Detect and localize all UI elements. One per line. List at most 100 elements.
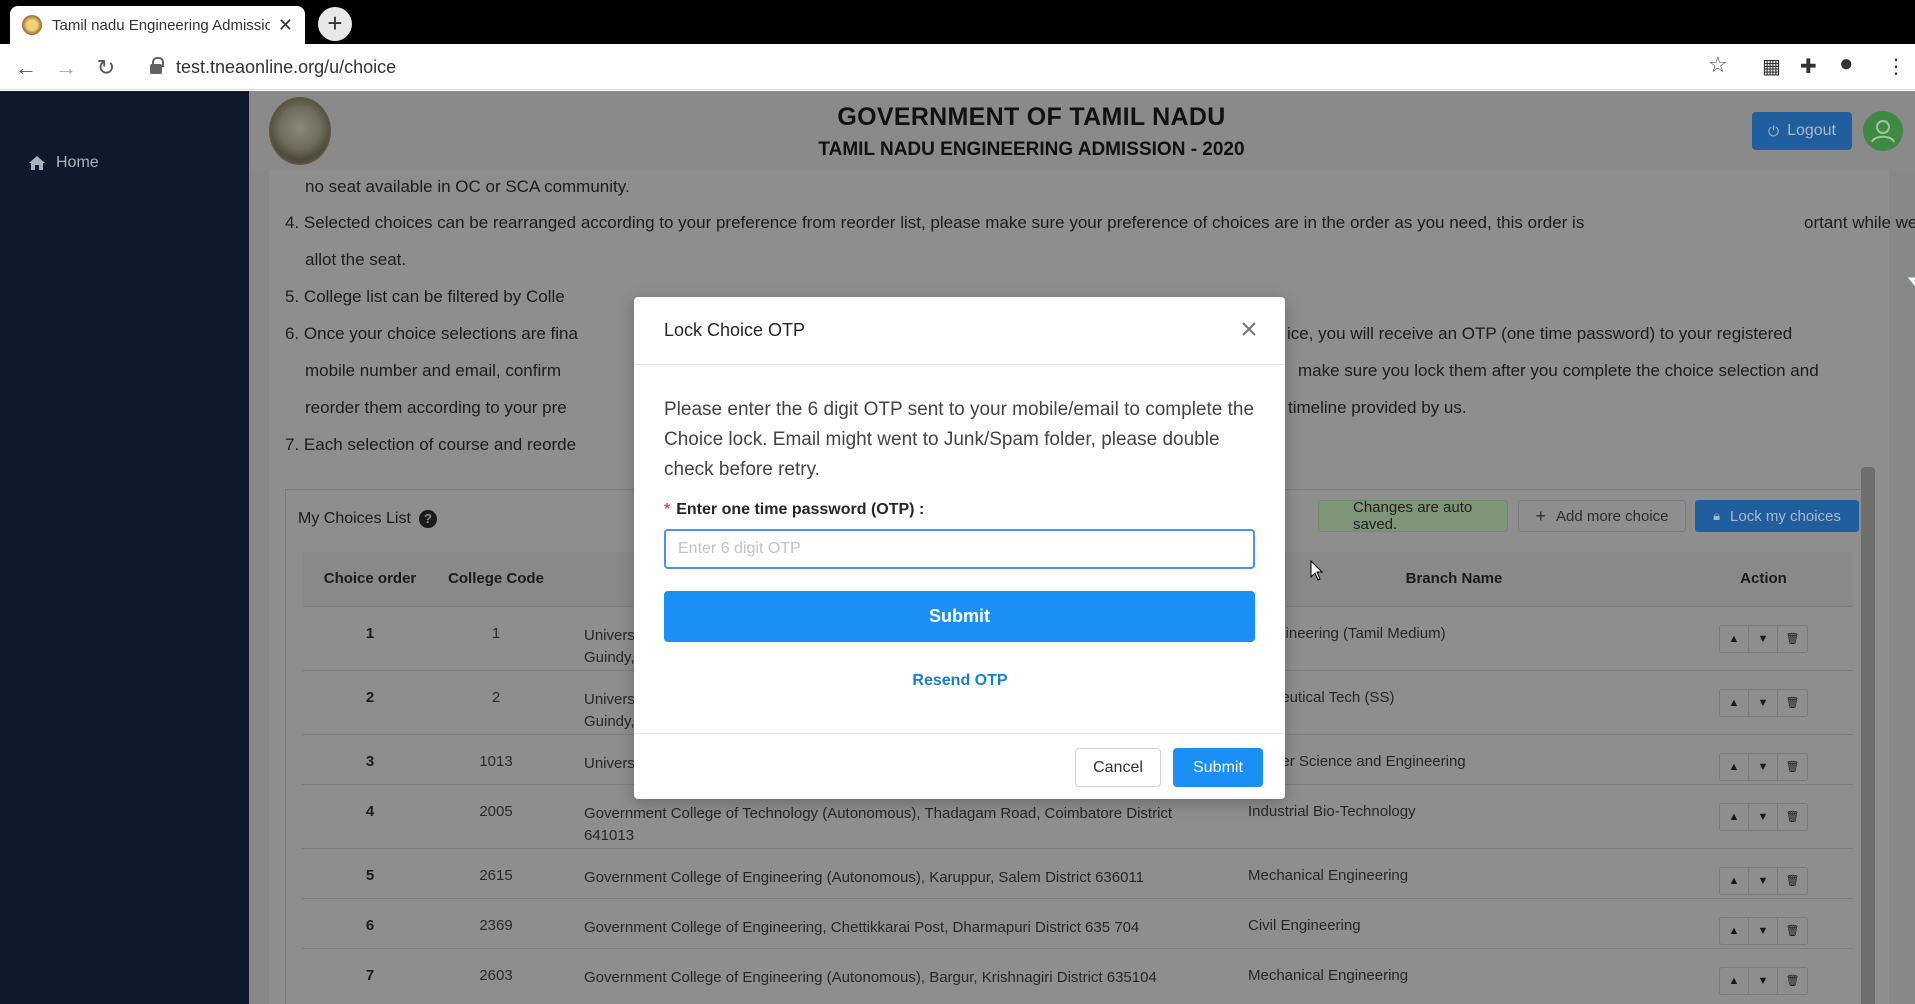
back-arrow-icon[interactable]: ← bbox=[12, 54, 40, 82]
address-bar[interactable]: test.tneaonline.org/u/choice bbox=[138, 50, 1718, 84]
reload-icon[interactable]: ↻ bbox=[92, 54, 120, 82]
delete-trash-icon[interactable]: 🗑︎ bbox=[1778, 918, 1807, 944]
move-down-icon[interactable]: ▼ bbox=[1749, 917, 1778, 944]
lock-my-choices-label: Lock my choices bbox=[1730, 507, 1841, 525]
choice-order-cell: 5 bbox=[302, 847, 438, 898]
delete-trash-icon[interactable]: 🗑︎ bbox=[1778, 968, 1807, 994]
submit-button[interactable]: Submit bbox=[1173, 748, 1263, 787]
lock-choice-otp-dialog: Lock Choice OTP Please enter the 6 digit… bbox=[634, 297, 1285, 799]
college-name-cell: Government College of Engineering, Chett… bbox=[554, 897, 1234, 948]
instruction-line: ortant while we bbox=[1804, 213, 1915, 232]
new-tab-button[interactable]: + bbox=[318, 7, 352, 41]
dialog-body: Please enter the 6 digit OTP sent to you… bbox=[664, 395, 1256, 690]
table-scrollbar[interactable] bbox=[1861, 467, 1875, 1004]
college-code-cell: 2603 bbox=[438, 947, 554, 998]
action-cell: ▲ ▼ 🗑︎ bbox=[1674, 605, 1853, 670]
bookmark-star-icon[interactable]: ☆ bbox=[1708, 52, 1728, 78]
college-name-cell: Government College of Engineering (Auton… bbox=[554, 847, 1234, 898]
table-row: 7 2603 Government College of Engineering (… bbox=[302, 947, 1853, 998]
lock-my-choices-button[interactable]: 🔒︎ Lock my choices bbox=[1695, 500, 1859, 532]
move-down-icon[interactable]: ▼ bbox=[1749, 689, 1778, 716]
choices-heading: My Choices List ? bbox=[298, 510, 437, 528]
delete-trash-icon[interactable]: 🗑︎ bbox=[1778, 754, 1807, 780]
move-down-icon[interactable]: ▼ bbox=[1749, 803, 1778, 830]
dialog-message: Please enter the 6 digit OTP sent to you… bbox=[664, 399, 1255, 480]
user-icon bbox=[1871, 120, 1895, 143]
move-down-icon[interactable]: ▼ bbox=[1749, 967, 1778, 994]
move-down-icon[interactable]: ▼ bbox=[1749, 867, 1778, 894]
move-up-icon[interactable]: ▲ bbox=[1720, 803, 1749, 830]
instruction-line: allot the seat. bbox=[305, 250, 407, 269]
instruction-line: mobile number and email, confirm bbox=[305, 361, 562, 380]
profile-icon[interactable]: ● bbox=[1839, 50, 1854, 78]
branch-name-cell: Mechanical Engineering bbox=[1234, 847, 1674, 898]
choice-order-cell: 1 bbox=[302, 605, 438, 670]
grid-extension-icon[interactable]: ▦ bbox=[1762, 54, 1781, 79]
browser-tab[interactable]: Tamil nadu Engineering Admissio ✕ bbox=[10, 6, 305, 44]
dialog-footer: Cancel Submit bbox=[634, 733, 1285, 799]
instruction-line: reorder them according to your pre bbox=[305, 398, 567, 417]
move-up-icon[interactable]: ▲ bbox=[1720, 625, 1749, 652]
column-header-branch: Branch Name bbox=[1234, 552, 1674, 606]
resend-otp-link[interactable]: Resend OTP bbox=[664, 672, 1256, 690]
add-more-choice-label: Add more choice bbox=[1555, 507, 1669, 525]
help-icon[interactable]: ? bbox=[418, 510, 437, 528]
forward-arrow-icon[interactable]: → bbox=[52, 54, 80, 82]
action-cell: ▲ ▼ 🗑︎ bbox=[1674, 847, 1853, 898]
college-name-line: 641013 bbox=[584, 826, 635, 844]
row-actions: ▲ ▼ 🗑︎ bbox=[1719, 966, 1808, 995]
action-cell: ▲ ▼ 🗑︎ bbox=[1674, 947, 1853, 998]
avatar[interactable] bbox=[1863, 111, 1903, 151]
instruction-line: 6. Once your choice selections are fina bbox=[285, 324, 578, 343]
dialog-title: Lock Choice OTP bbox=[664, 320, 806, 340]
table-row: 6 2369 Government College of Engineering, … bbox=[302, 897, 1853, 948]
delete-trash-icon[interactable]: 🗑︎ bbox=[1778, 690, 1807, 716]
puzzle-extensions-icon[interactable]: ✚ bbox=[1800, 54, 1817, 79]
choices-heading-label: My Choices List bbox=[298, 510, 411, 527]
close-icon[interactable] bbox=[1239, 319, 1259, 339]
page-header: GOVERNMENT OF TAMIL NADU TAMIL NADU ENGI… bbox=[249, 91, 1915, 171]
college-name-line: Government College of Engineering (Auton… bbox=[584, 968, 1157, 986]
logout-button[interactable]: ⏻ Logout bbox=[1752, 112, 1852, 150]
sidebar-item-label: Home bbox=[56, 154, 99, 171]
delete-trash-icon[interactable]: 🗑︎ bbox=[1778, 868, 1807, 894]
logout-label: Logout bbox=[1787, 122, 1836, 139]
choice-order-cell: 7 bbox=[302, 947, 438, 998]
delete-trash-icon[interactable]: 🗑︎ bbox=[1778, 804, 1807, 830]
instruction-line: 4. Selected choices can be rearranged ac… bbox=[285, 213, 1585, 232]
tab-title: Tamil nadu Engineering Admissio bbox=[52, 16, 270, 34]
instruction-line: 5. College list can be filtered by Colle bbox=[285, 287, 565, 306]
cancel-button[interactable]: Cancel bbox=[1075, 748, 1161, 787]
choice-order-cell: 3 bbox=[302, 733, 438, 784]
lock-icon: 🔒︎ bbox=[1713, 508, 1721, 523]
move-up-icon[interactable]: ▲ bbox=[1720, 867, 1749, 894]
college-name-line: Government College of Engineering (Auton… bbox=[584, 868, 1145, 886]
college-code-cell: 2005 bbox=[438, 783, 554, 848]
row-actions: ▲ ▼ 🗑︎ bbox=[1719, 802, 1808, 831]
tab-close-icon[interactable]: ✕ bbox=[278, 15, 293, 36]
lock-icon bbox=[150, 57, 164, 74]
choice-order-cell: 2 bbox=[302, 669, 438, 734]
college-code-cell: 1 bbox=[438, 605, 554, 670]
browser-menu-icon[interactable]: ⋮ bbox=[1886, 54, 1906, 79]
otp-input[interactable] bbox=[664, 529, 1255, 569]
add-more-choice-button[interactable]: + Add more choice bbox=[1518, 500, 1686, 532]
move-down-icon[interactable]: ▼ bbox=[1749, 753, 1778, 780]
move-up-icon[interactable]: ▲ bbox=[1720, 753, 1749, 780]
url-text: test.tneaonline.org/u/choice bbox=[176, 56, 397, 77]
branch-name-cell: Civil Engineering bbox=[1234, 897, 1674, 948]
move-down-icon[interactable]: ▼ bbox=[1749, 625, 1778, 652]
branch-name-cell: rmaceutical Tech (SS) bbox=[1234, 669, 1674, 734]
move-up-icon[interactable]: ▲ bbox=[1720, 917, 1749, 944]
move-up-icon[interactable]: ▲ bbox=[1720, 967, 1749, 994]
submit-otp-button[interactable]: Submit bbox=[664, 591, 1255, 642]
college-name-cell: Government College of Engineering (Auton… bbox=[554, 947, 1234, 998]
delete-trash-icon[interactable]: 🗑︎ bbox=[1778, 626, 1807, 652]
column-header-action: Action bbox=[1674, 552, 1853, 606]
browser-toolbar: ← → ↻ test.tneaonline.org/u/choice bbox=[0, 44, 1915, 90]
sidebar-item-home[interactable]: Home bbox=[28, 154, 99, 172]
move-up-icon[interactable]: ▲ bbox=[1720, 689, 1749, 716]
branch-name-cell: Industrial Bio-Technology bbox=[1234, 783, 1674, 848]
home-icon bbox=[29, 156, 45, 170]
row-actions: ▲ ▼ 🗑︎ bbox=[1719, 752, 1808, 781]
